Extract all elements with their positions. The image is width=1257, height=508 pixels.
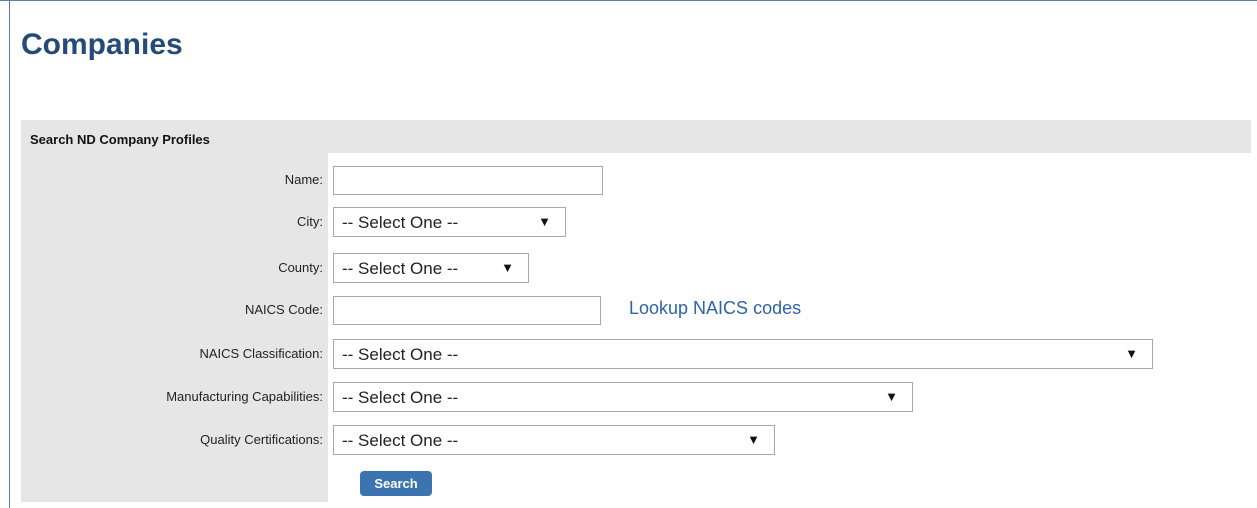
quality-certifications-label: Quality Certifications: [200, 432, 323, 447]
naics-classification-label: NAICS Classification: [199, 346, 323, 361]
page-title: Companies [21, 28, 183, 61]
county-label: County: [278, 260, 323, 275]
search-panel-title: Search ND Company Profiles [30, 132, 210, 147]
search-button[interactable]: Search [360, 471, 432, 496]
naics-code-input[interactable] [333, 296, 601, 325]
city-label: City: [297, 214, 323, 229]
naics-classification-select-value: -- Select One -- [342, 345, 459, 364]
frame-top-border [0, 0, 1257, 1]
chevron-down-icon: ▼ [885, 389, 898, 404]
manufacturing-capabilities-select-value: -- Select One -- [342, 388, 459, 407]
manufacturing-capabilities-select[interactable]: -- Select One -- ▼ [333, 382, 913, 412]
city-select[interactable]: -- Select One -- ▼ [333, 207, 566, 237]
manufacturing-capabilities-label: Manufacturing Capabilities: [166, 389, 323, 404]
county-select[interactable]: -- Select One -- ▼ [333, 253, 529, 283]
chevron-down-icon: ▼ [1125, 346, 1138, 361]
naics-code-label: NAICS Code: [244, 302, 323, 317]
name-input[interactable] [333, 166, 603, 195]
chevron-down-icon: ▼ [501, 260, 514, 275]
chevron-down-icon: ▼ [538, 214, 551, 229]
lookup-naics-codes-link[interactable]: Lookup NAICS codes [629, 298, 801, 318]
city-select-value: -- Select One -- [342, 213, 459, 232]
quality-certifications-select[interactable]: -- Select One -- ▼ [333, 425, 775, 455]
frame-left-border [9, 0, 10, 508]
county-select-value: -- Select One -- [342, 259, 459, 278]
name-label: Name: [284, 172, 323, 187]
quality-certifications-select-value: -- Select One -- [342, 431, 459, 450]
chevron-down-icon: ▼ [747, 432, 760, 447]
naics-classification-select[interactable]: -- Select One -- ▼ [333, 339, 1153, 369]
